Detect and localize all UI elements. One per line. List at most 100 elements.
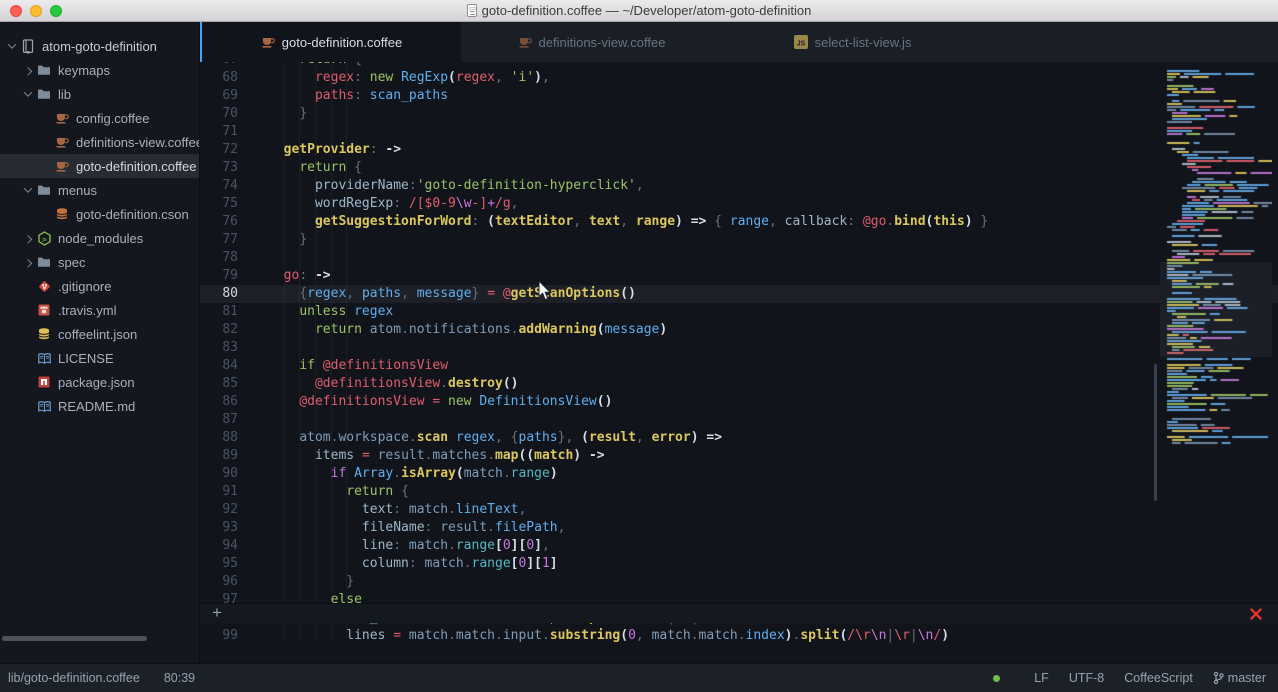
title-bar[interactable]: goto-definition.coffee — ~/Developer/ato…	[0, 0, 1278, 22]
line-number[interactable]: 68	[200, 69, 262, 87]
line-number[interactable]: 89	[200, 447, 262, 465]
code-line-99[interactable]: 99 lines = match.match.input.substring(0…	[200, 627, 1278, 643]
line-number[interactable]: 70	[200, 105, 262, 123]
code-line-72[interactable]: 72 getProvider: ->	[200, 141, 1278, 159]
code-line-79[interactable]: 79 go: ->	[200, 267, 1278, 285]
code-line-92[interactable]: 92 text: match.lineText,	[200, 501, 1278, 519]
line-number[interactable]: 88	[200, 429, 262, 447]
code-line-96[interactable]: 96 }	[200, 573, 1278, 591]
text-editor[interactable]: 67 return {68 regex: new RegExp(regex, '…	[200, 62, 1278, 643]
chevron-right-icon[interactable]	[20, 235, 36, 241]
code-line-89[interactable]: 89 items = result.matches.map((match) ->	[200, 447, 1278, 465]
code-line-74[interactable]: 74 providerName:'goto-definition-hypercl…	[200, 177, 1278, 195]
tree-project-root-atom-goto-definition[interactable]: atom-goto-definition	[0, 34, 199, 58]
document-proxy-icon[interactable]	[467, 4, 477, 17]
line-number[interactable]: 75	[200, 195, 262, 213]
tree-item-node-modules[interactable]: jsnode_modules	[0, 226, 199, 250]
minimap-canvas[interactable]	[1160, 63, 1272, 449]
code-line-73[interactable]: 73 return {	[200, 159, 1278, 177]
line-number[interactable]: 92	[200, 501, 262, 519]
line-number[interactable]: 82	[200, 321, 262, 339]
tree-item-definitions-view-coffee[interactable]: definitions-view.coffee	[0, 130, 199, 154]
line-number[interactable]: 96	[200, 573, 262, 591]
code-line-91[interactable]: 91 return {	[200, 483, 1278, 501]
line-number[interactable]: 71	[200, 123, 262, 141]
minimize-window-button[interactable]	[30, 5, 42, 17]
status-encoding[interactable]: UTF-8	[1069, 671, 1104, 685]
line-number[interactable]: 80	[200, 285, 262, 303]
line-number[interactable]: 99	[200, 627, 262, 643]
line-number[interactable]: 76	[200, 213, 262, 231]
chevron-down-icon[interactable]	[20, 91, 36, 97]
tree-item-license[interactable]: LICENSE	[0, 346, 199, 370]
code-line-75[interactable]: 75 wordRegExp: /[$0-9\w-]+/g,	[200, 195, 1278, 213]
line-number[interactable]: 93	[200, 519, 262, 537]
line-number[interactable]: 84	[200, 357, 262, 375]
tree-item-readme-md[interactable]: README.md	[0, 394, 199, 418]
tree-item-spec[interactable]: spec	[0, 250, 199, 274]
code-line-81[interactable]: 81 unless regex	[200, 303, 1278, 321]
code-line-88[interactable]: 88 atom.workspace.scan regex, {paths}, (…	[200, 429, 1278, 447]
code-line-85[interactable]: 85 @definitionsView.destroy()	[200, 375, 1278, 393]
code-line-94[interactable]: 94 line: match.range[0][0],	[200, 537, 1278, 555]
tree-item-menus[interactable]: menus	[0, 178, 199, 202]
code-line-71[interactable]: 71	[200, 123, 1278, 141]
editor-vertical-scrollbar[interactable]	[1154, 364, 1157, 501]
line-number[interactable]: 95	[200, 555, 262, 573]
code-line-69[interactable]: 69 paths: scan_paths	[200, 87, 1278, 105]
chevron-down-icon[interactable]	[4, 43, 20, 49]
line-number[interactable]: 72	[200, 141, 262, 159]
status-grammar[interactable]: CoffeeScript	[1124, 671, 1193, 685]
chevron-right-icon[interactable]	[20, 259, 36, 265]
line-number[interactable]: 78	[200, 249, 262, 267]
tree-item-coffeelint-json[interactable]: coffeelint.json	[0, 322, 199, 346]
line-number[interactable]: 86	[200, 393, 262, 411]
code-line-95[interactable]: 95 column: match.range[0][1]	[200, 555, 1278, 573]
code-line-83[interactable]: 83	[200, 339, 1278, 357]
line-number[interactable]: 79	[200, 267, 262, 285]
line-number[interactable]: 69	[200, 87, 262, 105]
tree-item-package-json[interactable]: package.json	[0, 370, 199, 394]
status-line-ending[interactable]: LF	[1034, 671, 1049, 685]
minimap[interactable]	[1160, 63, 1272, 449]
line-number[interactable]: 87	[200, 411, 262, 429]
tree-item-goto-definition-coffee[interactable]: goto-definition.coffee	[0, 154, 199, 178]
code-line-90[interactable]: 90 if Array.isArray(match.range)	[200, 465, 1278, 483]
code-line-93[interactable]: 93 fileName: result.filePath,	[200, 519, 1278, 537]
minimap-viewport-handle[interactable]	[1160, 262, 1272, 357]
tab-definitions-view-coffee[interactable]: definitions-view.coffee	[461, 22, 722, 62]
status-dot-icon[interactable]	[993, 675, 1000, 682]
tree-item-goto-definition-cson[interactable]: goto-definition.cson	[0, 202, 199, 226]
code-line-67[interactable]: 67 return {	[200, 62, 1278, 69]
line-number[interactable]: 74	[200, 177, 262, 195]
code-line-70[interactable]: 70 }	[200, 105, 1278, 123]
code-line-76[interactable]: 76 getSuggestionForWord: (textEditor, te…	[200, 213, 1278, 231]
tab-goto-definition-coffee[interactable]: goto-definition.coffee	[200, 22, 461, 62]
line-number[interactable]: 77	[200, 231, 262, 249]
line-number[interactable]: 90	[200, 465, 262, 483]
line-number[interactable]: 94	[200, 537, 262, 555]
line-number[interactable]: 73	[200, 159, 262, 177]
status-cursor-position[interactable]: 80:39	[164, 671, 195, 685]
tree-item-config-coffee[interactable]: config.coffee	[0, 106, 199, 130]
line-number[interactable]: 83	[200, 339, 262, 357]
code-line-86[interactable]: 86 @definitionsView = new DefinitionsVie…	[200, 393, 1278, 411]
chevron-down-icon[interactable]	[20, 187, 36, 193]
code-line-78[interactable]: 78	[200, 249, 1278, 267]
line-number[interactable]: 85	[200, 375, 262, 393]
code-line-80[interactable]: 80 {regex, paths, message} = @getScanOpt…	[200, 285, 1278, 303]
status-file-path[interactable]: lib/goto-definition.coffee	[8, 671, 140, 685]
close-window-button[interactable]	[10, 5, 22, 17]
tree-item-keymaps[interactable]: keymaps	[0, 58, 199, 82]
line-number[interactable]: 67	[200, 62, 262, 69]
tree-horizontal-scrollbar[interactable]	[2, 636, 147, 641]
zoom-window-button[interactable]	[50, 5, 62, 17]
code-line-77[interactable]: 77 }	[200, 231, 1278, 249]
close-panel-button[interactable]	[1250, 608, 1262, 620]
add-pane-item-button[interactable]: +	[200, 604, 222, 623]
code-line-87[interactable]: 87	[200, 411, 1278, 429]
code-line-84[interactable]: 84 if @definitionsView	[200, 357, 1278, 375]
chevron-right-icon[interactable]	[20, 67, 36, 73]
tree-item-lib[interactable]: lib	[0, 82, 199, 106]
tree-item--gitignore[interactable]: .gitignore	[0, 274, 199, 298]
